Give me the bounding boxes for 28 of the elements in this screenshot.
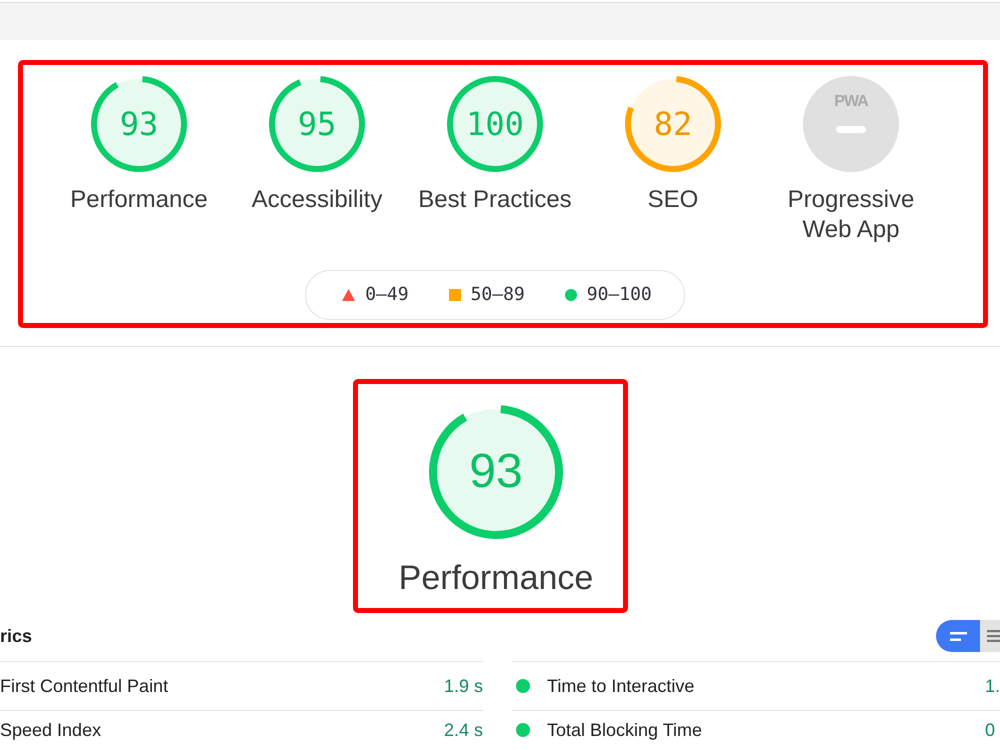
metric-label: Speed Index	[0, 719, 102, 741]
score-value: 93	[120, 106, 158, 142]
score-value: 100	[466, 106, 524, 142]
view-toggle-button[interactable]	[980, 620, 1000, 652]
legend-range: 90–100	[586, 284, 652, 306]
category-label: Progressive Web App	[786, 185, 916, 245]
list-icon	[987, 630, 1000, 642]
metric-value: 1.	[984, 675, 1000, 697]
score-value: 82	[654, 106, 692, 142]
category-label: SEO	[648, 185, 698, 215]
dash-icon	[836, 126, 866, 133]
category-title: Performance	[398, 558, 594, 598]
category-label: Accessibility	[252, 185, 382, 215]
score-value: 95	[298, 106, 336, 142]
legend-range: 0–49	[365, 284, 409, 306]
metric-label: Time to Interactive	[547, 675, 696, 697]
lines-icon	[950, 632, 966, 640]
metric-value: 0	[985, 719, 996, 741]
metric-value: 2.4 s	[444, 719, 483, 741]
view-toggle-button[interactable]	[936, 620, 980, 652]
category-label: Best Practices	[418, 185, 572, 215]
metric-value: 1.9 s	[444, 675, 483, 697]
score-value: 93	[469, 445, 523, 499]
metric-label: Total Blocking Time	[547, 719, 704, 741]
legend-range: 50–89	[470, 284, 525, 306]
section-title: rics	[0, 625, 32, 647]
category-label: Performance	[70, 185, 208, 215]
metric-label: First Contentful Paint	[0, 675, 170, 697]
